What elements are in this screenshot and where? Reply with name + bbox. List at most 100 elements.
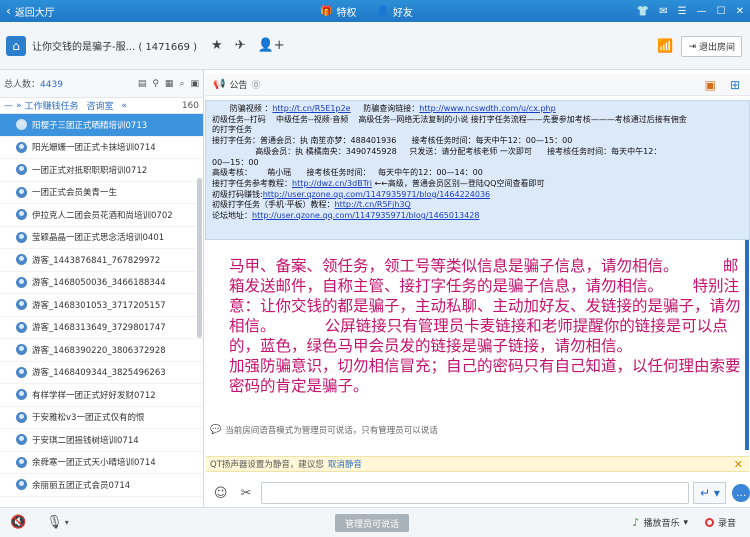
chevron-double-left-icon[interactable]: « [122, 101, 128, 111]
message-input[interactable] [260, 482, 690, 504]
book-icon[interactable]: ▣ [705, 78, 716, 92]
list-item[interactable]: 一团正式对抵职职职培训0712 [0, 159, 203, 182]
avatar-icon [16, 119, 27, 131]
user-name: 游客_1468390220_3806372928 [32, 345, 166, 356]
close-warning-icon[interactable]: ✕ [734, 458, 743, 471]
friends-button[interactable]: 👤 好友 [376, 4, 412, 19]
notice-link[interactable]: http://user.qzone.qq.com/1147935971/blog… [263, 190, 490, 199]
notice-text: ←←高级，普通会员区别—登陆QQ空间查看即可 [371, 178, 545, 188]
list-item[interactable]: 游客_1468313649_3729801747 [0, 317, 203, 339]
collapse-icon[interactable]: — [4, 101, 13, 111]
notice-text: 接打字任务：普通会员：执 南笙亦梦：488401936 接考核任务时间：每天中午… [212, 136, 573, 146]
scissors-icon[interactable]: ✂ [235, 482, 256, 504]
message-input-area: ☺ ✂ ↵ ▾ … [206, 478, 750, 508]
notice-line: 高级考核： 萌小瑶 接考核任务时间： 每天中午的12：00—14：00 [212, 168, 743, 179]
star-icon[interactable]: ★ [211, 38, 223, 53]
gift-icon: 🎁 [320, 5, 333, 17]
chevron-double-right-icon[interactable]: » [16, 101, 22, 111]
list-item[interactable]: 余丽丽五团正式会员0714 [0, 474, 203, 497]
member-list-scrollbar[interactable] [197, 178, 202, 338]
maximize-icon[interactable]: ☐ [717, 6, 726, 17]
room-id: ( 1471669 ) [138, 42, 198, 53]
user-name: 游客_1468050036_3466188344 [32, 278, 166, 289]
notice-line: 防骗视频 ：http://t.cn/R5E1p2e 防骗查询链接：http://… [212, 104, 743, 115]
list-item[interactable]: 于安雅松v3一团正式仅有的恨 [0, 407, 203, 429]
list-item[interactable]: 伊拉克人二团会员花酒和尚培训0702 [0, 204, 203, 227]
room-title: 让你交钱的是骗子-服... ( 1471669 ) [32, 38, 197, 53]
back-label: 返回大厅 [14, 7, 55, 19]
emoji-icon[interactable]: ☺ [210, 482, 231, 504]
avatar-icon [16, 141, 27, 153]
minimize-icon[interactable]: — [697, 6, 707, 17]
notice-text: 接打字任务参考教程： [212, 178, 292, 188]
notice-toggle-icon[interactable]: ⓪ [251, 78, 260, 91]
avatar-icon [16, 276, 27, 288]
avatar-icon [16, 411, 27, 423]
chat-scrollbar[interactable] [745, 240, 749, 450]
notice-text: 论坛地址： [212, 211, 252, 221]
airplane-icon[interactable]: ✈ [235, 38, 246, 53]
tab-work-task[interactable]: 工作赚钱任务 [25, 99, 79, 112]
list-item[interactable]: 莹颖晶晶一团正式思念活培训0401 [0, 227, 203, 249]
mute-warning-text: QT扬声器设置为静音，建议您 [210, 460, 324, 470]
add-user-icon[interactable]: 👤+ [258, 38, 285, 53]
user-name: 有样学样一团正式好好发财0712 [32, 390, 156, 401]
privilege-button[interactable]: 🎁 特权 [320, 4, 356, 19]
speak-button[interactable]: 管理员可说话 [335, 514, 409, 532]
notice-link[interactable]: http://www.ncswdth.com/u/cx.php [419, 104, 555, 113]
list-item[interactable]: 游客_1468390220_3806372928 [0, 339, 203, 362]
shirt-icon[interactable]: 👕 [637, 6, 649, 17]
notice-link[interactable]: http://dwz.cn/3dBTri [292, 179, 372, 188]
location-icon[interactable]: ⚲ [152, 79, 159, 89]
bottom-bar: 🔇 🎙 ▾ 管理员可说话 ♪ 播放音乐 ▾ 录音 [0, 507, 750, 537]
list-item[interactable]: 游客_1468301053_3717205157 [0, 294, 203, 317]
list-item[interactable]: 有样学样一团正式好好发财0712 [0, 384, 203, 407]
tab-consult-room[interactable]: 咨询室 [87, 99, 114, 112]
user-name: 游客_1468301053_3717205157 [32, 300, 166, 311]
notice-text: 00—15：00 [212, 157, 259, 167]
send-button[interactable]: ↵ ▾ [693, 482, 727, 504]
friends-label: 好友 [392, 7, 413, 19]
chat-area: 马甲、备案、领任务，领工号等类似信息是骗子信息，请勿相信。 邮箱发送邮件，自称主… [205, 240, 745, 420]
exit-room-button[interactable]: ⇥ 退出房间 [681, 36, 742, 57]
play-music-button[interactable]: ♪ 播放音乐 ▾ [632, 516, 688, 529]
notice-text: 防骗查询链接： [350, 104, 420, 113]
record-button[interactable]: 录音 [704, 516, 736, 529]
user-name: 游客_1443876841_767829972 [32, 255, 161, 266]
speaker-muted-icon[interactable]: 🔇 [10, 515, 26, 530]
notice-text: 的打字任务 [212, 125, 252, 135]
notice-link[interactable]: http://t.cn/R5Fjh3Q [335, 200, 411, 209]
list-icon[interactable]: ▤ [138, 79, 147, 89]
list-item[interactable]: 阳樱子三团正式晒精培训0713 [0, 114, 203, 137]
search-icon[interactable]: ⌕ [179, 79, 184, 89]
list-item[interactable]: 游客_1468409344_3825496263 [0, 362, 203, 384]
user-name: 阳樱子三团正式晒精培训0713 [32, 120, 148, 131]
mail-icon[interactable]: ✉ [659, 6, 667, 17]
back-to-lobby-button[interactable]: ‹ 返回大厅 [0, 0, 55, 22]
house-icon: ⌂ [6, 35, 26, 56]
list-item[interactable]: 阳光姗姗一团正式卡抹培训0714 [0, 137, 203, 159]
user-name: 游客_1468313649_3729801747 [32, 323, 166, 334]
notice-header: 📢 公告 ⓪ ▣ ⊞ [205, 74, 750, 96]
notice-link[interactable]: http://user.qzone.qq.com/1147935971/blog… [252, 211, 479, 220]
system-note-text: 当前房间语音模式为管理员可说话，只有管理员可以说话 [225, 426, 438, 436]
list-item[interactable]: 余舜寒一团正式天小晴培训0714 [0, 452, 203, 474]
list-item[interactable]: 于安琪二团摇钱树培训0714 [0, 429, 203, 452]
menu-icon[interactable]: ☰ [678, 6, 687, 17]
chat-bubble-button[interactable]: … [732, 484, 750, 502]
room-announcement: 防骗视频 ：http://t.cn/R5E1p2e 防骗查询链接：http://… [205, 100, 750, 240]
notice-text: 高级会员：执 橘橘南央：3490745928 只发送：请分配考核老师 一次即可 … [212, 146, 662, 156]
notice-link[interactable]: http://t.cn/R5E1p2e [272, 104, 350, 113]
close-icon[interactable]: ✕ [736, 6, 744, 17]
microphone-button[interactable]: 🎙 ▾ [46, 515, 69, 530]
group-icon[interactable]: ▣ [190, 79, 199, 89]
user-name: 游客_1468409344_3825496263 [32, 368, 166, 379]
notice-line: 00—15：00 [212, 158, 743, 169]
list-item[interactable]: 游客_1443876841_767829972 [0, 249, 203, 272]
grid-icon[interactable]: ▦ [165, 79, 174, 89]
list-item[interactable]: 一团正式会员美青一生 [0, 182, 203, 204]
apps-grid-icon[interactable]: ⊞ [730, 78, 740, 92]
list-item[interactable]: 游客_1468050036_3466188344 [0, 272, 203, 294]
unmute-link[interactable]: 取消静音 [328, 458, 362, 470]
user-name: 伊拉克人二团会员花酒和尚培训0702 [32, 210, 173, 221]
